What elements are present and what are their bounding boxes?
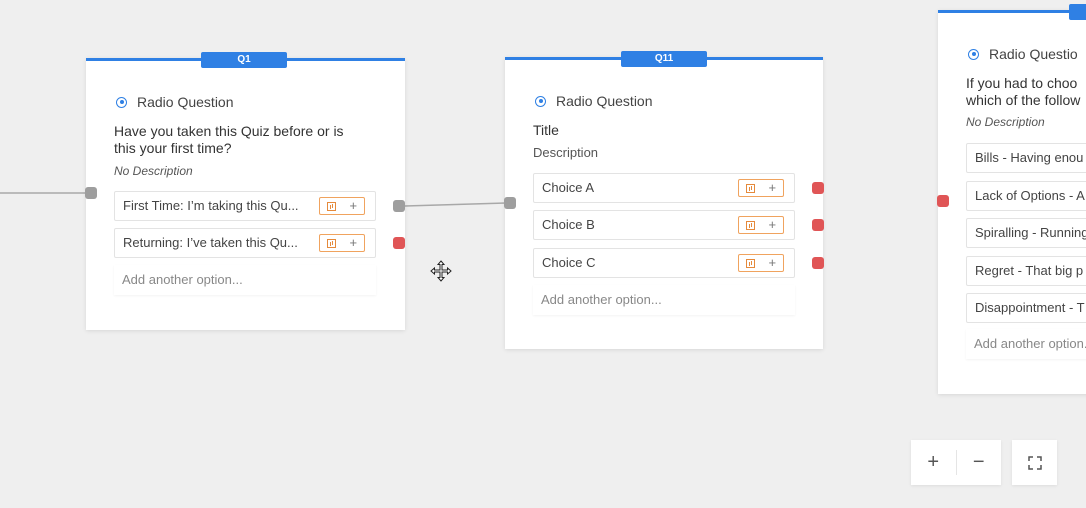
option-actions[interactable]: + [738, 254, 784, 272]
option-item[interactable]: Regret - That big p [966, 256, 1086, 286]
input-port[interactable] [85, 187, 97, 199]
question-tag[interactable]: Q11 [621, 51, 707, 67]
option-label: Bills - Having enou [975, 150, 1084, 165]
question-title[interactable]: Title [533, 122, 559, 139]
option-label: Choice B [542, 217, 595, 232]
plus-icon[interactable]: + [769, 180, 777, 196]
option-label: Spiralling - Running [975, 225, 1086, 240]
question-card-3[interactable]: Radio Questio If you had to choo which o… [938, 4, 1086, 394]
option-label: Choice C [542, 255, 596, 270]
question-type-label: Radio Question [556, 93, 653, 109]
question-description[interactable]: Description [533, 145, 598, 160]
output-port[interactable] [812, 182, 824, 194]
radio-icon [535, 95, 546, 107]
option-actions[interactable]: + [738, 216, 784, 234]
card-topbar [938, 10, 1086, 13]
option-actions[interactable]: + [319, 197, 365, 215]
input-port[interactable] [937, 195, 949, 207]
option-item[interactable]: Choice C + [533, 248, 795, 278]
radio-icon [968, 48, 979, 60]
move-cursor-icon [430, 260, 452, 282]
question-tag[interactable] [1069, 4, 1086, 20]
question-title[interactable]: Have you taken this Quiz before or is th… [114, 123, 354, 157]
option-label: Choice A [542, 180, 595, 195]
plus-icon[interactable]: + [769, 217, 777, 233]
output-port[interactable] [393, 200, 405, 212]
input-port[interactable] [504, 197, 516, 209]
chart-icon[interactable] [326, 238, 336, 248]
question-description[interactable]: No Description [966, 115, 1045, 129]
add-option-input[interactable]: Add another option. [966, 329, 1086, 359]
option-label: Regret - That big p [975, 263, 1084, 278]
chart-icon[interactable] [745, 258, 755, 268]
option-label: Returning: I’ve taken this Qu... [123, 235, 298, 250]
question-tag[interactable]: Q1 [201, 52, 287, 68]
option-item[interactable]: Lack of Options - A [966, 181, 1086, 211]
zoom-controls: + − [911, 440, 1001, 485]
fullscreen-icon [1027, 455, 1042, 470]
fullscreen-button[interactable] [1012, 440, 1057, 485]
option-item[interactable]: Disappointment - T [966, 293, 1086, 323]
add-option-input[interactable]: Add another option... [533, 285, 795, 315]
option-item[interactable]: Bills - Having enou [966, 143, 1086, 173]
radio-icon [116, 96, 127, 108]
output-port[interactable] [812, 257, 824, 269]
question-card-q11[interactable]: Q11 Radio Question Title Description Cho… [505, 51, 823, 349]
question-type-label: Radio Question [137, 94, 234, 110]
option-actions[interactable]: + [319, 234, 365, 252]
question-card-q1[interactable]: Q1 Radio Question Have you taken this Qu… [86, 52, 405, 330]
chart-icon[interactable] [745, 220, 755, 230]
question-type: Radio Questio [968, 46, 1078, 62]
add-option-input[interactable]: Add another option... [114, 265, 376, 295]
plus-icon[interactable]: + [350, 235, 358, 251]
option-item[interactable]: Returning: I’ve taken this Qu... + [114, 228, 376, 258]
option-actions[interactable]: + [738, 179, 784, 197]
question-type: Radio Question [116, 94, 234, 110]
question-type-label: Radio Questio [989, 46, 1078, 62]
plus-icon[interactable]: + [769, 255, 777, 271]
option-label: Lack of Options - A [975, 188, 1085, 203]
option-item[interactable]: Spiralling - Running [966, 218, 1086, 248]
option-item[interactable]: Choice B + [533, 210, 795, 240]
question-description[interactable]: No Description [114, 164, 193, 178]
output-port[interactable] [812, 219, 824, 231]
chart-icon[interactable] [326, 201, 336, 211]
connector-line-q1-q11 [404, 202, 507, 207]
flow-canvas[interactable]: Q1 Radio Question Have you taken this Qu… [0, 0, 1086, 508]
zoom-out-button[interactable]: − [957, 440, 1002, 485]
chart-icon[interactable] [745, 183, 755, 193]
output-port[interactable] [393, 237, 405, 249]
question-type: Radio Question [535, 93, 653, 109]
zoom-in-button[interactable]: + [911, 440, 956, 485]
option-label: First Time: I’m taking this Qu... [123, 198, 299, 213]
plus-icon[interactable]: + [350, 198, 358, 214]
option-item[interactable]: Choice A + [533, 173, 795, 203]
question-title[interactable]: If you had to choo which of the follow [966, 75, 1086, 109]
option-item[interactable]: First Time: I’m taking this Qu... + [114, 191, 376, 221]
option-label: Disappointment - T [975, 300, 1085, 315]
